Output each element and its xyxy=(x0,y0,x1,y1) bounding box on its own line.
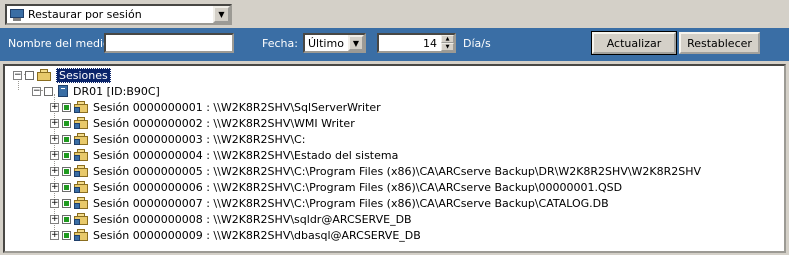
session-checkbox[interactable] xyxy=(62,118,71,128)
top-toolbar: Restaurar por sesión ▼ xyxy=(0,0,789,28)
session-row[interactable]: + Sesión 0000000005 : \\W2K8R2SHV\C:\Pro… xyxy=(50,163,701,179)
spin-down-icon[interactable]: ▼ xyxy=(441,43,454,51)
expand-icon[interactable]: + xyxy=(50,166,59,176)
expand-icon[interactable]: + xyxy=(50,182,59,192)
server-checkbox[interactable] xyxy=(44,86,53,96)
expand-icon[interactable]: + xyxy=(50,230,59,240)
session-label: Sesión 0000000008 : \\W2K8R2SHV\sqldr@AR… xyxy=(93,212,412,226)
session-folder-icon xyxy=(74,164,90,178)
session-label: Sesión 0000000004 : \\W2K8R2SHV\Estado d… xyxy=(93,148,399,162)
date-label: Fecha: xyxy=(262,37,298,50)
date-select[interactable]: Último ▼ xyxy=(303,33,366,53)
chevron-down-icon[interactable]: ▼ xyxy=(213,6,230,23)
expand-icon[interactable]: + xyxy=(50,102,59,112)
session-label: Sesión 0000000001 : \\W2K8R2SHV\SqlServe… xyxy=(93,100,381,114)
session-row[interactable]: + Sesión 0000000009 : \\W2K8R2SHV\dbasql… xyxy=(50,227,421,243)
session-checkbox[interactable] xyxy=(62,102,71,112)
session-checkbox[interactable] xyxy=(62,150,71,160)
session-folder-icon xyxy=(74,116,90,130)
session-label: Sesión 0000000007 : \\W2K8R2SHV\C:\Progr… xyxy=(93,196,609,210)
server-label: DR01 [ID:B90C] xyxy=(73,84,160,98)
expand-icon[interactable]: + xyxy=(50,214,59,224)
collapse-icon[interactable]: − xyxy=(13,70,22,80)
session-row[interactable]: + Sesión 0000000004 : \\W2K8R2SHV\Estado… xyxy=(50,147,398,163)
days-unit-label: Día/s xyxy=(463,37,491,50)
reset-button[interactable]: Restablecer xyxy=(679,32,760,54)
root-label: Sesiones xyxy=(56,67,111,83)
session-folder-icon xyxy=(74,196,90,210)
session-checkbox[interactable] xyxy=(62,182,71,192)
session-folder-icon xyxy=(74,100,90,114)
session-label: Sesión 0000000009 : \\W2K8R2SHV\dbasql@A… xyxy=(93,228,421,242)
session-checkbox[interactable] xyxy=(62,134,71,144)
expand-icon[interactable]: + xyxy=(50,118,59,128)
restore-mode-value: Restaurar por sesión xyxy=(28,8,142,21)
session-row[interactable]: + Sesión 0000000008 : \\W2K8R2SHV\sqldr@… xyxy=(50,211,412,227)
expand-icon[interactable]: + xyxy=(50,198,59,208)
session-label: Sesión 0000000005 : \\W2K8R2SHV\C:\Progr… xyxy=(93,164,702,178)
session-checkbox[interactable] xyxy=(62,214,71,224)
collapse-icon[interactable]: − xyxy=(32,86,41,96)
media-name-label: Nombre del medio: xyxy=(8,37,114,50)
server-icon xyxy=(56,84,70,98)
session-folder-icon xyxy=(74,148,90,162)
session-row[interactable]: + Sesión 0000000006 : \\W2K8R2SHV\C:\Pro… xyxy=(50,179,622,195)
session-checkbox[interactable] xyxy=(62,230,71,240)
restore-mode-select[interactable]: Restaurar por sesión ▼ xyxy=(5,4,232,25)
session-folder-icon xyxy=(74,180,90,194)
root-checkbox[interactable] xyxy=(25,70,34,80)
session-folder-icon xyxy=(74,228,90,242)
date-select-value: Último xyxy=(308,36,344,50)
days-stepper[interactable]: 14 ▲ ▼ xyxy=(377,33,456,53)
session-folder-icon xyxy=(74,132,90,146)
chevron-down-icon[interactable]: ▼ xyxy=(348,35,364,51)
tree-server-node[interactable]: − DR01 [ID:B90C] xyxy=(32,83,160,99)
expand-icon[interactable]: + xyxy=(50,150,59,160)
spin-up-icon[interactable]: ▲ xyxy=(441,35,454,43)
session-checkbox[interactable] xyxy=(62,166,71,176)
session-checkbox[interactable] xyxy=(62,198,71,208)
update-button[interactable]: Actualizar xyxy=(591,31,677,55)
session-row[interactable]: + Sesión 0000000007 : \\W2K8R2SHV\C:\Pro… xyxy=(50,195,609,211)
tree-root[interactable]: − Sesiones xyxy=(13,67,111,83)
days-value: 14 xyxy=(423,36,437,50)
sessions-folder-icon xyxy=(37,68,53,82)
restore-icon xyxy=(9,8,25,22)
session-label: Sesión 0000000003 : \\W2K8R2SHV\C: xyxy=(93,132,306,146)
session-label: Sesión 0000000006 : \\W2K8R2SHV\C:\Progr… xyxy=(93,180,623,194)
media-name-input[interactable] xyxy=(104,33,234,53)
session-tree: − Sesiones − DR01 [ID:B90C] + Sesión 000… xyxy=(3,64,786,253)
session-label: Sesión 0000000002 : \\W2K8R2SHV\WMI Writ… xyxy=(93,116,355,130)
expand-icon[interactable]: + xyxy=(50,134,59,144)
session-row[interactable]: + Sesión 0000000003 : \\W2K8R2SHV\C: xyxy=(50,131,305,147)
session-folder-icon xyxy=(74,212,90,226)
session-row[interactable]: + Sesión 0000000002 : \\W2K8R2SHV\WMI Wr… xyxy=(50,115,355,131)
filter-bar: Nombre del medio: Fecha: Último ▼ 14 ▲ ▼… xyxy=(0,28,789,61)
session-row[interactable]: + Sesión 0000000001 : \\W2K8R2SHV\SqlSer… xyxy=(50,99,381,115)
